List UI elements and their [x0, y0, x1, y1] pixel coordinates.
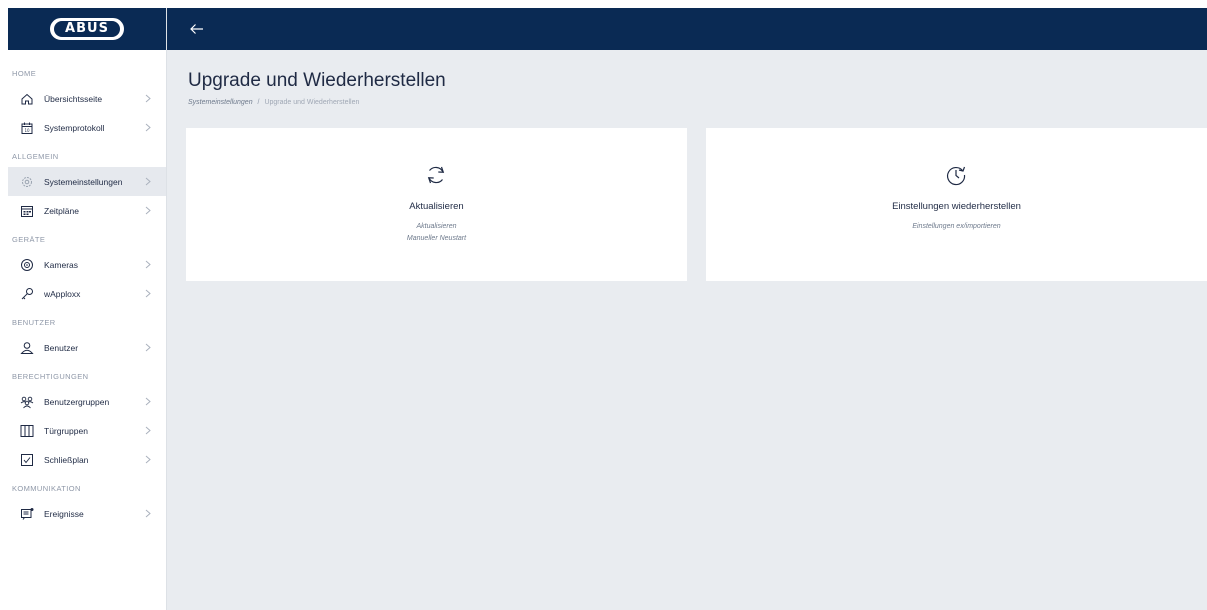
sidebar-item-label: Zeitpläne [44, 205, 79, 216]
section-kommunikation-label: KOMMUNIKATION [12, 484, 81, 493]
breadcrumb: Systemeinstellungen / Upgrade und Wieder… [188, 99, 359, 106]
chevron-right-icon [145, 343, 151, 352]
page-title: Upgrade und Wiederherstellen [188, 70, 446, 91]
sidebar-item-label: Kameras [44, 259, 79, 270]
sidebar-item-kameras[interactable]: Kameras [8, 250, 166, 279]
chevron-right-icon [145, 509, 151, 518]
sidebar-item-benutzer[interactable]: Benutzer [8, 333, 166, 362]
chevron-right-icon [145, 397, 151, 406]
chevron-right-icon [145, 177, 151, 186]
schedule-icon [20, 204, 34, 218]
chevron-right-icon [145, 455, 151, 464]
calendar-log-icon: 10 [20, 121, 34, 135]
chevron-right-icon [145, 260, 151, 269]
card-aktualisieren[interactable]: Aktualisieren Aktualisieren Manueller Ne… [186, 128, 687, 281]
card-subtitle-line1: Einstellungen ex/importieren [912, 223, 1001, 230]
card-einstellungen-wiederherstellen[interactable]: Einstellungen wiederherstellen Einstellu… [706, 128, 1207, 281]
card-title: Einstellungen wiederherstellen [892, 201, 1021, 212]
sidebar-item-label: Systemeinstellungen [44, 176, 123, 187]
user-icon [20, 341, 34, 355]
refresh-icon [427, 166, 445, 184]
sidebar-item-ereignisse[interactable]: Ereignisse [8, 499, 166, 528]
user-group-icon [20, 395, 34, 409]
sidebar-item-label: Schließplan [44, 454, 89, 465]
sidebar-item-systemeinstellungen[interactable]: Systemeinstellungen [8, 167, 166, 196]
card-subtitle-line1: Aktualisieren [416, 223, 457, 230]
camera-icon [20, 258, 34, 272]
chevron-right-icon [145, 426, 151, 435]
app-window: ABUS HOME Übersichtsseite 10 Systemproto… [8, 8, 1207, 610]
sidebar-item-label: Benutzergruppen [44, 396, 110, 407]
key-icon [20, 287, 34, 301]
svg-text:10: 10 [24, 127, 30, 132]
sidebar-item-label: Ereignisse [44, 508, 84, 519]
section-berechtigungen-label: BERECHTIGUNGEN [12, 372, 89, 381]
top-bar [167, 8, 1207, 50]
sidebar-item-benutzergruppen[interactable]: Benutzergruppen [8, 387, 166, 416]
logo-bar: ABUS [8, 8, 166, 50]
breadcrumb-current: Upgrade und Wiederherstellen [264, 99, 360, 106]
breadcrumb-separator: / [257, 99, 260, 106]
sidebar-item-label: Systemprotokoll [44, 122, 105, 133]
home-icon [20, 92, 34, 106]
back-arrow-icon[interactable] [189, 21, 205, 37]
chevron-right-icon [145, 123, 151, 132]
section-home-label: HOME [12, 69, 37, 78]
breadcrumb-link-systemeinstellungen[interactable]: Systemeinstellungen [188, 99, 253, 106]
event-message-icon [20, 507, 34, 521]
chevron-right-icon [145, 94, 151, 103]
sidebar-item-schliessplan[interactable]: Schließplan [8, 445, 166, 474]
checkbox-icon [20, 453, 34, 467]
chevron-right-icon [145, 206, 151, 215]
sidebar-item-tuergruppen[interactable]: Türgruppen [8, 416, 166, 445]
logo-text: ABUS [54, 21, 120, 37]
card-title: Aktualisieren [409, 201, 464, 212]
section-allgemein-label: ALLGEMEIN [12, 152, 59, 161]
sidebar-item-wapploxx[interactable]: wApploxx [8, 279, 166, 308]
gear-icon [20, 175, 34, 189]
chevron-right-icon [145, 289, 151, 298]
sidebar-item-systemprotokoll[interactable]: 10 Systemprotokoll [8, 113, 166, 142]
card-subtitle-line2: Manueller Neustart [406, 235, 467, 242]
sidebar: ABUS HOME Übersichtsseite 10 Systemproto… [8, 8, 167, 610]
abus-logo[interactable]: ABUS [50, 18, 124, 40]
history-icon [947, 166, 966, 186]
door-group-icon [20, 424, 34, 438]
sidebar-item-label: Übersichtsseite [44, 93, 103, 104]
sidebar-item-label: Türgruppen [44, 425, 88, 436]
section-geraete-label: GERÄTE [12, 235, 46, 244]
section-benutzer-label: BENUTZER [12, 318, 56, 327]
sidebar-item-label: wApploxx [44, 288, 81, 299]
sidebar-item-label: Benutzer [44, 342, 79, 353]
sidebar-item-zeitplaene[interactable]: Zeitpläne [8, 196, 166, 225]
sidebar-item-overview[interactable]: Übersichtsseite [8, 84, 166, 113]
